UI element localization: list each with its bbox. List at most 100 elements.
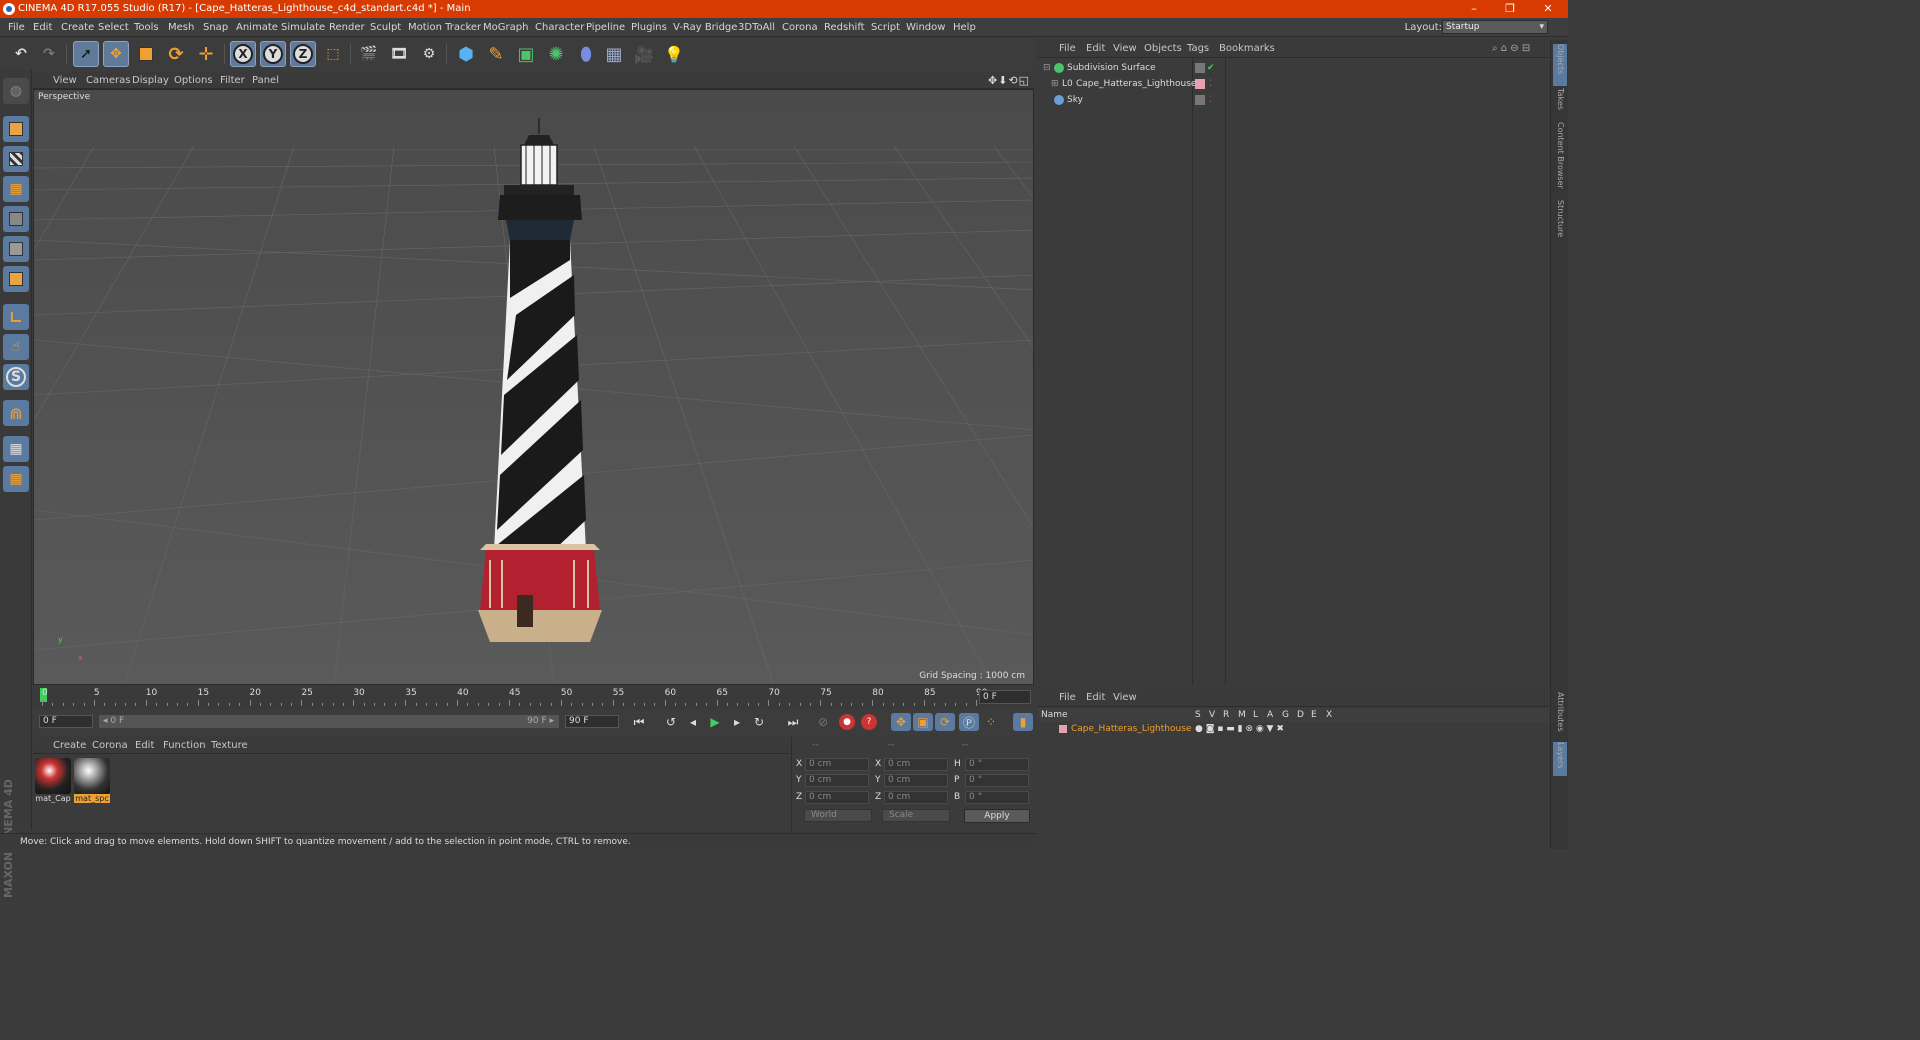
texture-mode-icon[interactable] (3, 146, 29, 172)
axis-x-lock-button[interactable]: X (230, 41, 256, 67)
workplane-lock-icon[interactable]: ▦ (3, 436, 29, 462)
menu-corona[interactable]: Corona (782, 18, 818, 37)
object-menu-view[interactable]: View (1113, 40, 1137, 58)
redo-button[interactable]: ↷ (36, 41, 62, 67)
object-menu-edit[interactable]: Edit (1086, 40, 1105, 58)
undo-button[interactable]: ↶ (8, 41, 34, 67)
tab-objects[interactable]: Objects (1553, 44, 1567, 86)
spline-pen-icon[interactable]: ✎ (483, 41, 509, 67)
minimize-button[interactable]: – (1456, 0, 1492, 18)
layer-row[interactable]: Cape_Hatteras_Lighthouse ● ◙ ▪ ▬ ▮ ⊗ ◉ ▼… (1037, 722, 1549, 736)
viewport-menu-view[interactable]: View (53, 72, 77, 89)
layer-col-xref[interactable]: X (1326, 708, 1332, 722)
model-mode-icon[interactable] (3, 116, 29, 142)
material-menu-function[interactable]: Function (163, 737, 206, 754)
transform-mode-select[interactable]: Scale (882, 809, 950, 822)
visibility-dots-icon[interactable]: ⁚ (1209, 92, 1212, 108)
menu-vray-bridge[interactable]: V-Ray Bridge (673, 18, 737, 37)
menu-file[interactable]: File (8, 18, 25, 37)
coord-size-z-field[interactable]: 0 cm (884, 791, 948, 804)
collapse-icon[interactable]: ⊟ (1043, 60, 1051, 76)
layer-col-generators[interactable]: G (1282, 708, 1289, 722)
menu-mesh[interactable]: Mesh (168, 18, 194, 37)
menu-plugins[interactable]: Plugins (631, 18, 667, 37)
layer-col-locked[interactable]: L (1253, 708, 1258, 722)
layout-select[interactable]: Startup (1442, 20, 1548, 34)
axis-z-lock-button[interactable]: Z (290, 41, 316, 67)
tab-content-browser[interactable]: Content Browser (1553, 122, 1567, 198)
key-pla-icon[interactable]: ⁘ (981, 713, 1001, 731)
render-picture-viewer-icon[interactable]: 🎞 (386, 41, 412, 67)
object-row-cape-hatteras-lighthouse[interactable]: ⊞ L0 Cape_Hatteras_Lighthouse ⁚ (1037, 76, 1549, 92)
material-menu-edit[interactable]: Edit (135, 737, 154, 754)
layer-tag-icon[interactable] (1195, 95, 1205, 105)
render-settings-icon[interactable]: ⚙ (416, 41, 442, 67)
menu-animate[interactable]: Animate (236, 18, 278, 37)
material-menu-create[interactable]: Create (53, 737, 86, 754)
play-icon[interactable]: ▶ (705, 713, 725, 731)
enabled-check-icon[interactable]: ✔ (1207, 60, 1215, 76)
menu-character[interactable]: Character (535, 18, 584, 37)
menu-mograph[interactable]: MoGraph (483, 18, 528, 37)
layer-menu-file[interactable]: File (1059, 689, 1076, 707)
object-row-subdivision-surface[interactable]: ⊟ Subdivision Surface ✔ (1037, 60, 1549, 76)
scale-tool-icon[interactable] (133, 41, 159, 67)
menu-help[interactable]: Help (953, 18, 976, 37)
menu-render[interactable]: Render (329, 18, 365, 37)
grid-snap-icon[interactable]: ▦ (3, 466, 29, 492)
tab-layers[interactable]: Layers (1553, 742, 1567, 776)
menu-create[interactable]: Create (61, 18, 94, 37)
viewport-navigation-icon[interactable]: ✥⬇⟲◱ (988, 74, 1030, 87)
goto-start-icon[interactable]: ⏮ (629, 713, 649, 731)
object-menu-file[interactable]: File (1059, 40, 1076, 58)
object-menu-tags[interactable]: Tags (1187, 40, 1209, 58)
menu-tools[interactable]: Tools (134, 18, 159, 37)
menu-snap[interactable]: Snap (203, 18, 228, 37)
viewport-menu-panel[interactable]: Panel (252, 72, 279, 89)
timeline-ruler[interactable]: 051015202530354045505560657075808590 0 F (33, 686, 1034, 708)
polygons-mode-icon[interactable] (3, 266, 29, 292)
layer-menu-edit[interactable]: Edit (1086, 689, 1105, 707)
workplane-mode-icon[interactable]: ▦ (3, 176, 29, 202)
start-frame-field[interactable]: 0 F (39, 715, 93, 728)
expand-icon[interactable]: ⊞ (1051, 76, 1059, 92)
axis-y-lock-button[interactable]: Y (260, 41, 286, 67)
layer-col-expressions[interactable]: E (1311, 708, 1317, 722)
key-scale-icon[interactable]: ▣ (913, 713, 933, 731)
apply-button[interactable]: Apply (964, 809, 1030, 823)
timeline-ticks[interactable]: 051015202530354045505560657075808590 (38, 686, 987, 706)
last-tool-icon[interactable]: ✛ (193, 41, 219, 67)
light-object-icon[interactable]: 💡 (661, 41, 687, 67)
next-frame-icon[interactable]: ▸ (727, 713, 747, 731)
menu-pipeline[interactable]: Pipeline (586, 18, 625, 37)
goto-end-icon[interactable]: ⏭ (783, 713, 803, 731)
maximize-button[interactable]: ❐ (1492, 0, 1528, 18)
coord-rot-b-field[interactable]: 0 ° (965, 791, 1029, 804)
points-mode-icon[interactable] (3, 206, 29, 232)
key-position-icon[interactable]: ✥ (891, 713, 911, 731)
layer-toggles-icon[interactable]: ● ◙ ▪ ▬ ▮ ⊗ ◉ ▼ ✖ (1195, 722, 1284, 736)
perspective-viewport[interactable]: Perspective y x Grid Spacing : 1000 cm (33, 89, 1034, 685)
make-editable-icon[interactable]: ◍ (3, 78, 29, 104)
layer-col-name[interactable]: Name (1041, 708, 1068, 722)
object-menu-objects[interactable]: Objects (1144, 40, 1182, 58)
material-menu-corona[interactable]: Corona (92, 737, 128, 754)
menu-sculpt[interactable]: Sculpt (370, 18, 401, 37)
menu-window[interactable]: Window (906, 18, 945, 37)
select-tool-icon[interactable]: ➚ (73, 41, 99, 67)
menu-simulate[interactable]: Simulate (281, 18, 325, 37)
layer-name[interactable]: Cape_Hatteras_Lighthouse (1071, 722, 1191, 736)
close-button[interactable]: ✕ (1530, 0, 1566, 18)
material-swatch-selected[interactable]: mat_spc (74, 754, 110, 806)
coord-pos-z-field[interactable]: 0 cm (805, 791, 869, 804)
viewport-menu-filter[interactable]: Filter (220, 72, 245, 89)
layer-col-solo[interactable]: S (1195, 708, 1201, 722)
menu-script[interactable]: Script (871, 18, 900, 37)
tweak-mode-icon[interactable]: ☝ (3, 334, 29, 360)
cube-object-icon[interactable]: ⬢ (453, 41, 479, 67)
viewport-menu-display[interactable]: Display (132, 72, 169, 89)
layer-col-render[interactable]: R (1223, 708, 1229, 722)
render-view-icon[interactable]: 🎬 (356, 41, 382, 67)
previous-key-icon[interactable]: ↺ (661, 713, 681, 731)
material-menu-texture[interactable]: Texture (211, 737, 248, 754)
